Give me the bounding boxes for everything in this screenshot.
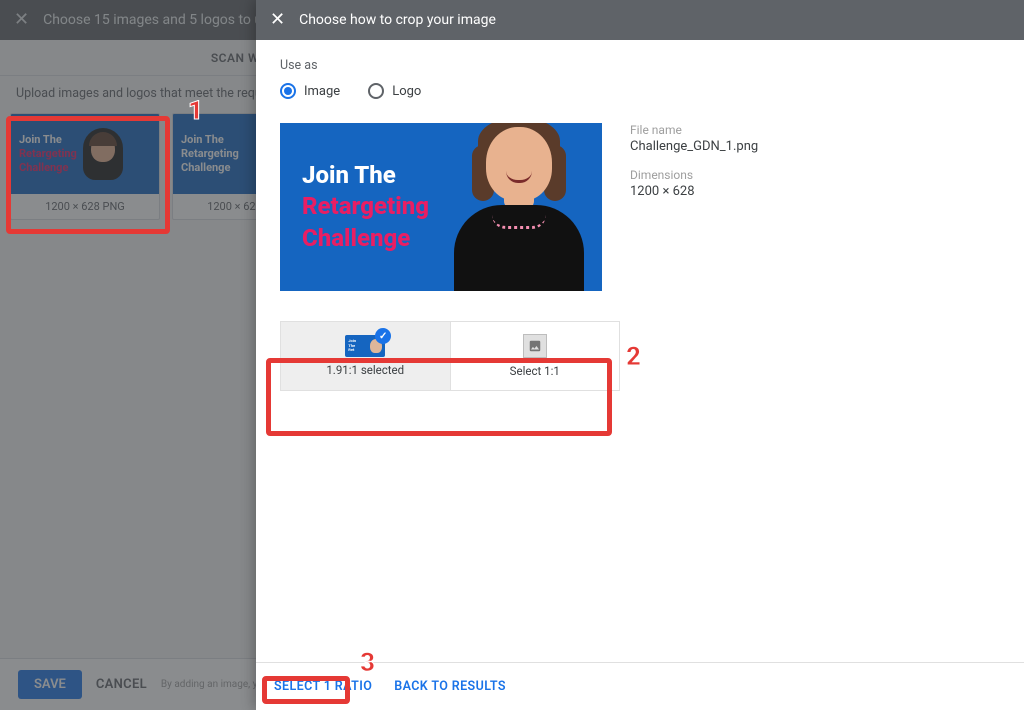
radio-dot-icon [280, 83, 296, 99]
preview-person-graphic [444, 125, 594, 291]
radio-logo-label: Logo [392, 84, 421, 99]
image-meta: File name Challenge_GDN_1.png Dimensions… [630, 123, 758, 213]
radio-logo[interactable]: Logo [368, 83, 421, 99]
dimensions-label: Dimensions [630, 168, 758, 182]
ratio-option-square[interactable]: Select 1:1 [450, 322, 620, 390]
radio-image-label: Image [304, 84, 340, 99]
close-icon[interactable]: ✕ [270, 11, 285, 29]
ratio-landscape-label: 1.91:1 selected [326, 363, 404, 377]
ratio-square-label: Select 1:1 [510, 364, 560, 378]
dimensions-value: 1200 × 628 [630, 184, 758, 199]
panel-title: Choose how to crop your image [299, 12, 496, 28]
panel-header: ✕ Choose how to crop your image [256, 0, 1024, 40]
ratio-option-landscape[interactable]: Join TheRet ✓ 1.91:1 selected [281, 322, 450, 390]
image-placeholder-icon [528, 339, 542, 353]
crop-panel: ✕ Choose how to crop your image Use as I… [256, 0, 1024, 710]
filename-label: File name [630, 123, 758, 137]
use-as-radio-group: Image Logo [280, 83, 1000, 99]
preview-line2: Retargeting [302, 191, 429, 222]
filename-value: Challenge_GDN_1.png [630, 139, 758, 154]
check-icon: ✓ [375, 328, 391, 344]
radio-dot-icon [368, 83, 384, 99]
ratio-selector: Join TheRet ✓ 1.91:1 selected Select 1:1 [280, 321, 620, 391]
radio-image[interactable]: Image [280, 83, 340, 99]
use-as-label: Use as [280, 58, 1000, 73]
preview-line3: Challenge [302, 223, 429, 254]
image-preview: Join The Retargeting Challenge [280, 123, 602, 291]
panel-footer: SELECT 1 RATIO BACK TO RESULTS [256, 662, 1024, 710]
preview-line1: Join The [302, 161, 396, 189]
select-ratio-button[interactable]: SELECT 1 RATIO [274, 679, 372, 694]
back-to-results-button[interactable]: BACK TO RESULTS [394, 679, 506, 694]
ratio-square-icon [523, 334, 547, 358]
